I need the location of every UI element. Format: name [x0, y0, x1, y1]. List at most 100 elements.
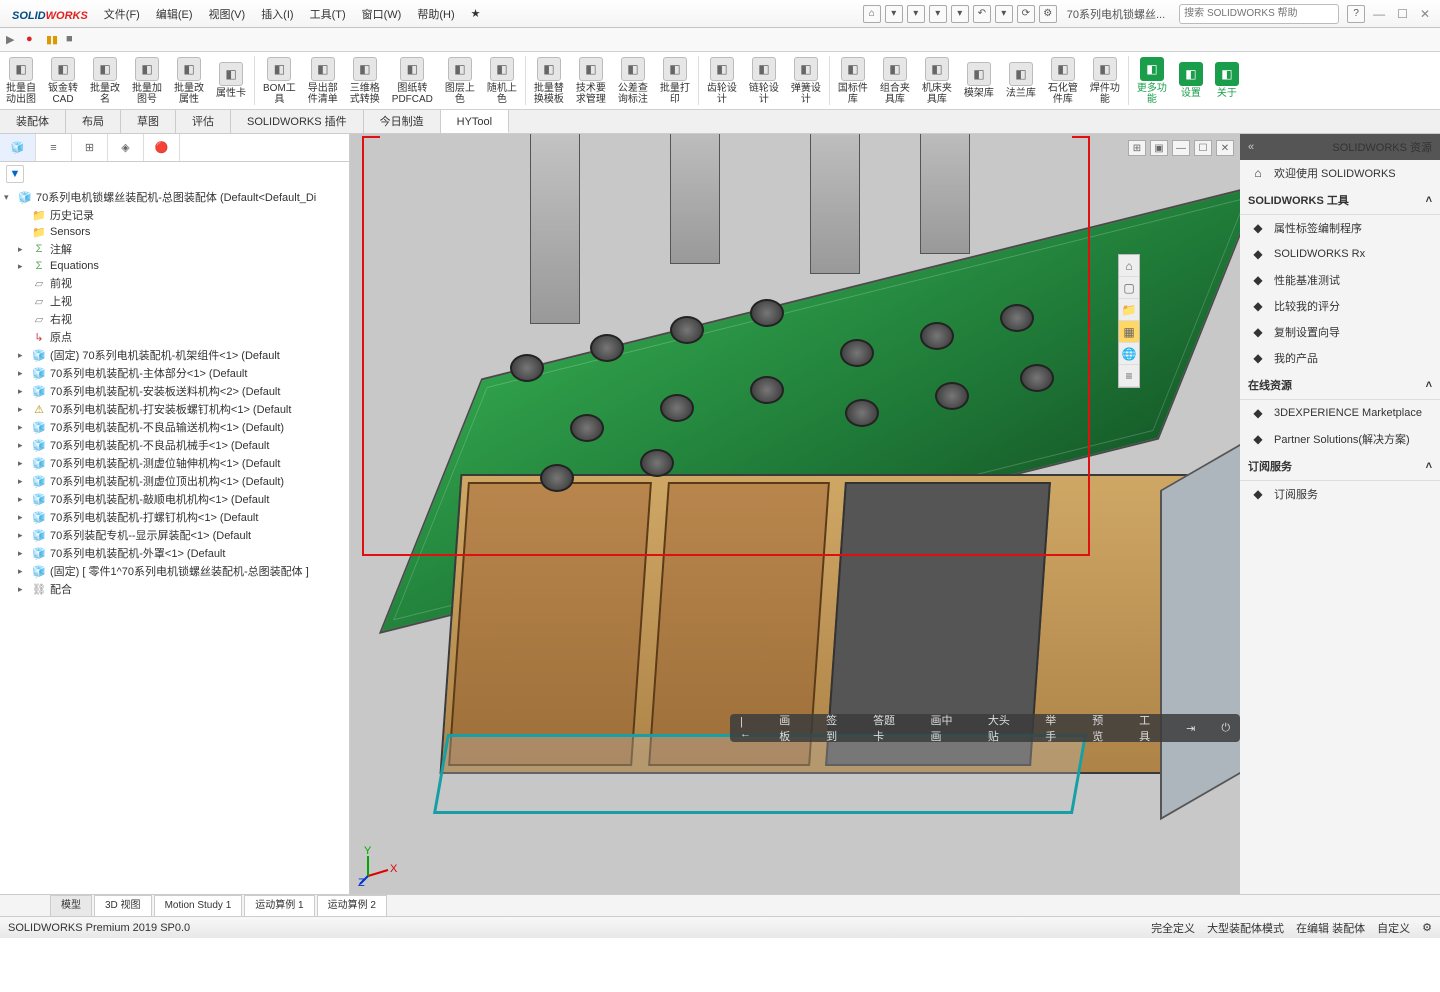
menu-视图(V)[interactable]: 视图(V): [201, 6, 254, 22]
status-custom[interactable]: 自定义: [1377, 920, 1410, 936]
rp-tool-item[interactable]: ◆性能基准测试: [1240, 267, 1440, 293]
cmdtab-草图[interactable]: 草图: [121, 110, 176, 133]
overlay-|←[interactable]: |←: [740, 716, 753, 740]
help-icon[interactable]: ?: [1347, 5, 1365, 23]
tree-item[interactable]: ↳原点: [0, 328, 349, 346]
overlay-答题卡[interactable]: 答题卡: [873, 712, 904, 744]
feature-tree[interactable]: ▾🧊70系列电机锁螺丝装配机-总图装配体 (Default<Default_Di…: [0, 186, 349, 894]
tree-item[interactable]: ▸🧊70系列电机装配机-不良品输送机构<1> (Default): [0, 418, 349, 436]
menu-文件(F)[interactable]: 文件(F): [96, 6, 148, 22]
vp-min-icon[interactable]: —: [1172, 140, 1190, 156]
sb-more-icon[interactable]: ≡: [1119, 365, 1139, 387]
ribbon-钣金转CAD[interactable]: ◧钣金转 CAD: [42, 52, 84, 109]
bottab-运动算例 1[interactable]: 运动算例 1: [244, 895, 314, 916]
tree-item[interactable]: ▸ΣEquations: [0, 258, 349, 274]
cmdtab-评估[interactable]: 评估: [176, 110, 231, 133]
ribbon-石化管件库[interactable]: ◧石化管 件库: [1042, 52, 1084, 109]
ribbon-法兰库[interactable]: ◧法兰库: [1000, 52, 1042, 109]
overlay-画中画[interactable]: 画中画: [930, 712, 961, 744]
overlay-⏻[interactable]: ⏻: [1221, 722, 1230, 735]
record-icon[interactable]: ●: [26, 33, 40, 47]
tools-section-header[interactable]: SOLIDWORKS 工具˄: [1240, 186, 1440, 215]
ribbon-关于[interactable]: ◧关于: [1209, 52, 1245, 109]
tree-item[interactable]: ▸🧊70系列电机装配机-敲顺电机机构<1> (Default: [0, 490, 349, 508]
bottab-Motion Study 1[interactable]: Motion Study 1: [154, 895, 243, 916]
ribbon-模架库[interactable]: ◧模架库: [958, 52, 1000, 109]
sb-globe-icon[interactable]: 🌐: [1119, 343, 1139, 365]
ribbon-焊件功能[interactable]: ◧焊件功 能: [1084, 52, 1126, 109]
tree-item[interactable]: ▸🧊70系列电机装配机-主体部分<1> (Default: [0, 364, 349, 382]
rp-tool-item[interactable]: ◆我的产品: [1240, 345, 1440, 371]
tree-item[interactable]: ▸🧊70系列电机装配机-外罩<1> (Default: [0, 544, 349, 562]
play-icon[interactable]: ▶: [6, 33, 20, 47]
print-icon[interactable]: ▾: [951, 5, 969, 23]
rp-tool-item[interactable]: ◆SOLIDWORKS Rx: [1240, 241, 1440, 267]
config-tab[interactable]: ⊞: [72, 134, 108, 161]
tree-item[interactable]: ▸🧊70系列电机装配机-测虚位顶出机构<1> (Default): [0, 472, 349, 490]
feature-tree-tab[interactable]: 🧊: [0, 134, 36, 161]
overlay-预览[interactable]: 预览: [1092, 712, 1113, 744]
close-button[interactable]: ✕: [1414, 7, 1436, 21]
ribbon-批量自动出图[interactable]: ◧批量自 动出图: [0, 52, 42, 109]
task-back-icon[interactable]: «: [1248, 141, 1254, 153]
tree-item[interactable]: 📁历史记录: [0, 206, 349, 224]
rp-tool-item[interactable]: ◆复制设置向导: [1240, 319, 1440, 345]
ribbon-机床夹具库[interactable]: ◧机床夹 具库: [916, 52, 958, 109]
appearance-tab[interactable]: 🔴: [144, 134, 180, 161]
subscription-section-header[interactable]: 订阅服务˄: [1240, 452, 1440, 481]
tree-mates[interactable]: ▸⛓配合: [0, 580, 349, 598]
tree-item[interactable]: ▸Σ注解: [0, 240, 349, 258]
rp-sub-item[interactable]: ◆订阅服务: [1240, 481, 1440, 507]
rebuild-icon[interactable]: ⟳: [1017, 5, 1035, 23]
ribbon-链轮设计[interactable]: ◧链轮设 计: [743, 52, 785, 109]
sb-box-icon[interactable]: ▢: [1119, 277, 1139, 299]
ribbon-BOM工具[interactable]: ◧BOM工 具: [257, 52, 302, 109]
open-icon[interactable]: ▾: [907, 5, 925, 23]
display-tab[interactable]: ◈: [108, 134, 144, 161]
tree-item[interactable]: ▸🧊70系列装配专机--显示屏装配<1> (Default: [0, 526, 349, 544]
ribbon-批量加图号[interactable]: ◧批量加 图号: [126, 52, 168, 109]
tree-item[interactable]: ▱前视: [0, 274, 349, 292]
sb-home-icon[interactable]: ⌂: [1119, 255, 1139, 277]
rp-online-item[interactable]: ◆Partner Solutions(解决方案): [1240, 426, 1440, 452]
menu-帮助(H)[interactable]: 帮助(H): [409, 6, 462, 22]
overlay-大头贴[interactable]: 大头贴: [988, 712, 1019, 744]
min-button[interactable]: —: [1367, 7, 1391, 21]
rp-tool-item[interactable]: ◆属性标签编制程序: [1240, 215, 1440, 241]
property-tab[interactable]: ≡: [36, 134, 72, 161]
menu-star-icon[interactable]: ★: [463, 7, 489, 20]
online-section-header[interactable]: 在线资源˄: [1240, 371, 1440, 400]
ribbon-图纸转PDFCAD[interactable]: ◧图纸转 PDFCAD: [386, 52, 439, 109]
vp-close-icon[interactable]: ✕: [1216, 140, 1234, 156]
ribbon-公差查询标注[interactable]: ◧公差查 询标注: [612, 52, 654, 109]
overlay-举手[interactable]: 举手: [1045, 712, 1066, 744]
tree-item[interactable]: 📁Sensors: [0, 224, 349, 240]
ribbon-批量改属性[interactable]: ◧批量改 属性: [168, 52, 210, 109]
undo-icon[interactable]: ↶: [973, 5, 991, 23]
bottab-运动算例 2[interactable]: 运动算例 2: [317, 895, 387, 916]
overlay-签到[interactable]: 签到: [826, 712, 847, 744]
ribbon-国标件库[interactable]: ◧国标件 库: [832, 52, 874, 109]
tree-item[interactable]: ▱上视: [0, 292, 349, 310]
options-icon[interactable]: ⚙: [1039, 5, 1057, 23]
ribbon-弹簧设计[interactable]: ◧弹簧设 计: [785, 52, 827, 109]
save-icon[interactable]: ▾: [929, 5, 947, 23]
rp-tool-item[interactable]: ◆比较我的评分: [1240, 293, 1440, 319]
cmdtab-布局[interactable]: 布局: [66, 110, 121, 133]
orientation-triad[interactable]: X Y Z: [358, 846, 398, 886]
select-icon[interactable]: ▾: [995, 5, 1013, 23]
ribbon-随机上色[interactable]: ◧随机上 色: [481, 52, 523, 109]
ribbon-组合夹具库[interactable]: ◧组合夹 具库: [874, 52, 916, 109]
overlay-画板[interactable]: 画板: [779, 712, 800, 744]
help-search-input[interactable]: [1179, 4, 1339, 24]
status-gear-icon[interactable]: ⚙: [1422, 921, 1432, 934]
ribbon-属性卡[interactable]: ◧属性卡: [210, 52, 252, 109]
tree-item[interactable]: ▸🧊(固定) 70系列电机装配机-机架组件<1> (Default: [0, 346, 349, 364]
graphics-viewport[interactable]: ⊞ ▣ — ☐ ✕ ⌂ ▢ 📁 ▦ 🌐 ≡ X Y Z |←画板签到答题卡画中画…: [350, 134, 1240, 894]
rp-online-item[interactable]: ◆3DEXPERIENCE Marketplace: [1240, 400, 1440, 426]
cmdtab-今日制造[interactable]: 今日制造: [364, 110, 441, 133]
overlay-⇥[interactable]: ⇥: [1186, 722, 1195, 735]
new-icon[interactable]: ▾: [885, 5, 903, 23]
menu-编辑(E)[interactable]: 编辑(E): [148, 6, 201, 22]
menu-窗口(W)[interactable]: 窗口(W): [354, 6, 410, 22]
